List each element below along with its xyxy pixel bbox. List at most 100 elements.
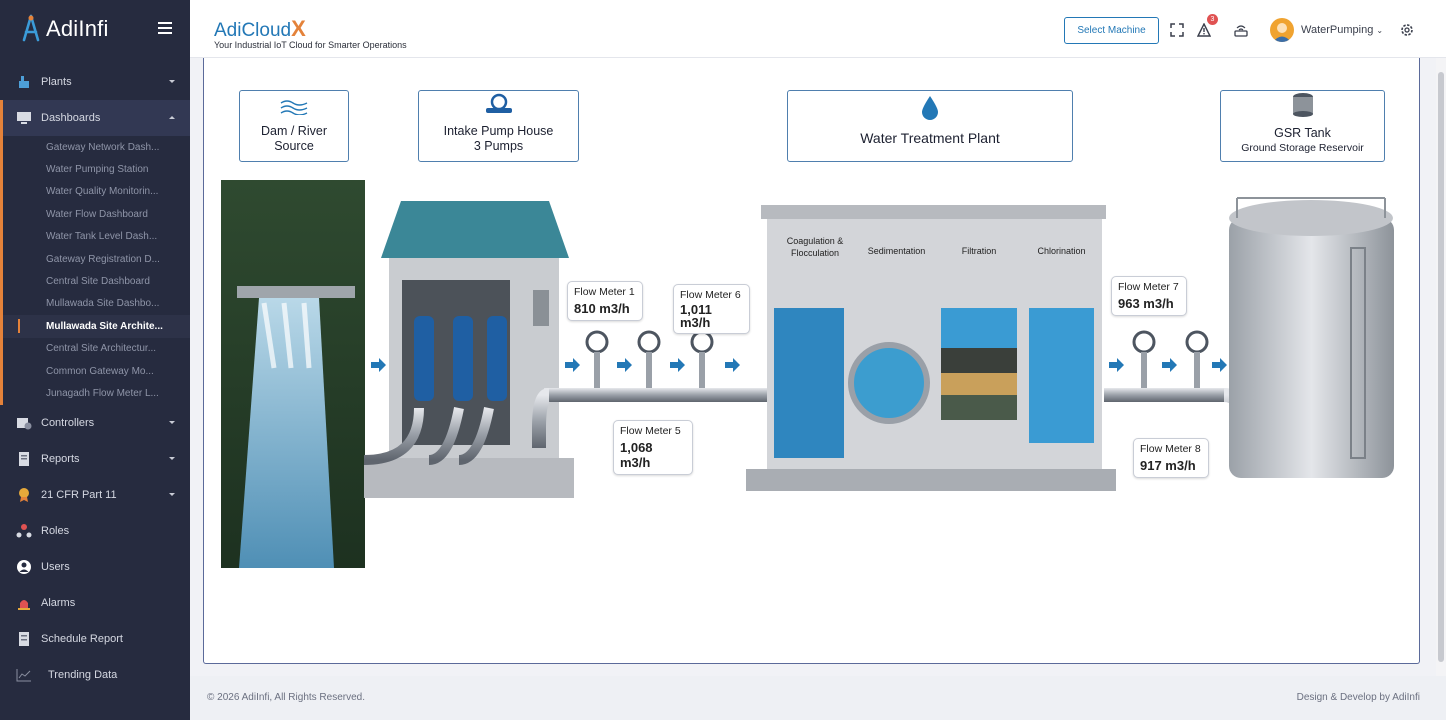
plant-icon <box>16 74 32 90</box>
brand[interactable]: AdiInfi <box>0 0 190 58</box>
intake-subtitle: 3 Pumps <box>473 139 524 154</box>
submenu-item[interactable]: Water Pumping Station <box>3 158 190 180</box>
footer: © 2026 AdiInfi, All Rights Reserved. Des… <box>190 676 1446 720</box>
stage-label: Flocculation <box>790 247 840 258</box>
meter-value: 1,011 m3/h <box>680 302 712 330</box>
meter-name: Flow Meter 1 <box>574 286 635 298</box>
gauge-icon <box>690 330 714 388</box>
controller-icon <box>16 415 32 431</box>
product-logo[interactable]: AdiCloudX Your Industrial IoT Cloud for … <box>214 16 407 50</box>
submenu-item[interactable]: Water Quality Monitorin... <box>3 181 190 203</box>
flow-meter-5[interactable]: Flow Meter 5 1,068 m3/h <box>613 420 693 475</box>
submenu-item[interactable]: Central Site Dashboard <box>3 270 190 292</box>
product-name: AdiCloud <box>214 20 292 41</box>
submenu-item[interactable]: Mullawada Site Dashbo... <box>3 293 190 315</box>
gauge-icon <box>1132 330 1156 388</box>
gauge-icon <box>637 330 661 388</box>
scrollbar[interactable] <box>1436 58 1446 676</box>
submenu-item[interactable]: Common Gateway Mo... <box>3 360 190 382</box>
submenu-item[interactable]: Junagadh Flow Meter L... <box>3 382 190 404</box>
sidebar-item-label: Trending Data <box>48 668 118 681</box>
sidebar-item-trending-data[interactable]: Trending Data <box>0 657 190 693</box>
chlorination-tank <box>1029 308 1094 443</box>
user-icon <box>16 559 32 575</box>
meter-name: Flow Meter 8 <box>1140 443 1201 455</box>
flow-meter-6[interactable]: Flow Meter 6 1,011 m3/h <box>673 284 750 334</box>
chevron-down-icon: ⌄ <box>1376 26 1384 35</box>
sidebar-item-reports[interactable]: Reports <box>0 441 190 477</box>
wtp-label: Water Treatment Plant <box>787 90 1073 162</box>
meter-name: Flow Meter 5 <box>620 425 681 437</box>
top-header: AdiCloudX Your Industrial IoT Cloud for … <box>190 0 1446 58</box>
sidebar-item-21cfr[interactable]: 21 CFR Part 11 <box>0 477 190 513</box>
flow-meter-1[interactable]: Flow Meter 1 810 m3/h <box>567 281 643 321</box>
intake-name: Intake Pump House <box>443 123 554 138</box>
sidebar-item-label: Schedule Report <box>41 632 123 645</box>
wtp-base <box>746 469 1116 491</box>
sidebar-item-label: Reports <box>41 452 80 465</box>
dam-wall <box>237 286 355 298</box>
submenu-item[interactable]: Gateway Network Dash... <box>3 136 190 158</box>
product-mark: X <box>291 16 306 41</box>
submenu-item[interactable]: Gateway Registration D... <box>3 248 190 270</box>
main-pipe <box>544 388 774 402</box>
meter-name: Flow Meter 6 <box>680 289 741 301</box>
roles-icon <box>16 523 32 539</box>
pump-1 <box>414 316 434 401</box>
report-icon <box>16 451 32 467</box>
submenu-item[interactable]: Water Flow Dashboard <box>3 203 190 225</box>
submenu-item-current[interactable]: Mullawada Site Archite... <box>3 315 190 338</box>
storage-tank-icon <box>1290 92 1316 123</box>
menu-toggle-icon[interactable] <box>158 22 172 37</box>
sidebar-item-schedule-report[interactable]: Schedule Report <box>0 621 190 657</box>
sidebar-item-label: Users <box>41 560 70 573</box>
gsr-subtitle: Ground Storage Reservoir <box>1241 141 1364 154</box>
flow-meter-8[interactable]: Flow Meter 8 917 m3/h <box>1133 438 1209 478</box>
user-menu[interactable]: WaterPumping ⌄ <box>1301 24 1383 36</box>
sidebar-item-roles[interactable]: Roles <box>0 513 190 549</box>
meter-value: 1,068 m3/h <box>620 440 653 470</box>
stage-label: Sedimentation <box>867 246 926 256</box>
source-subtitle: Source <box>274 139 314 154</box>
submenu-item[interactable]: Water Tank Level Dash... <box>3 226 190 248</box>
sidebar-item-users[interactable]: Users <box>0 549 190 585</box>
sidebar-item-controllers[interactable]: Controllers <box>0 405 190 441</box>
source-name: Dam / River <box>261 123 327 138</box>
gsr-name: GSR Tank <box>1274 126 1331 141</box>
sidebar-item-dashboards[interactable]: Dashboards <box>0 100 190 136</box>
badge-icon <box>16 487 32 503</box>
sidebar-item-label: Roles <box>41 524 70 537</box>
meter-value: 963 m3/h <box>1118 296 1174 311</box>
gauge-icon <box>585 330 609 388</box>
clarifier <box>848 342 930 424</box>
alarm-icon <box>16 595 32 611</box>
copyright-text: © 2026 AdiInfi, All Rights Reserved. <box>207 692 366 703</box>
user-name: WaterPumping <box>1301 24 1374 36</box>
stage-label: Chlorination <box>1037 246 1086 256</box>
meter-value: 917 m3/h <box>1140 458 1196 473</box>
flow-meter-7[interactable]: Flow Meter 7 963 m3/h <box>1111 276 1187 316</box>
brand-name: AdiInfi <box>46 16 109 41</box>
router-icon[interactable] <box>1233 22 1249 38</box>
pump-2 <box>453 316 473 401</box>
sidebar-item-plants[interactable]: Plants <box>0 64 190 100</box>
filter-sand <box>941 373 1017 395</box>
sidebar-item-label: Alarms <box>41 596 76 609</box>
chevron-down-icon <box>169 492 175 496</box>
fullscreen-icon[interactable] <box>1169 22 1185 38</box>
gsr-tank-top <box>1229 200 1393 236</box>
gear-icon[interactable] <box>1399 22 1415 38</box>
scrollbar-thumb[interactable] <box>1438 72 1444 662</box>
pump-3 <box>487 316 507 401</box>
sidebar-item-alarms[interactable]: Alarms <box>0 585 190 621</box>
avatar[interactable] <box>1270 18 1294 42</box>
sidebar-nav: Plants Dashboards Gateway Network Dash..… <box>0 64 190 693</box>
alert-count-badge: 3 <box>1207 14 1218 25</box>
sidebar: AdiInfi Plants Dashboards Gateway Networ… <box>0 0 190 720</box>
select-machine-button[interactable]: Select Machine <box>1064 17 1159 44</box>
architecture-card: Dam / River Source Intake Pump House 3 P… <box>203 58 1420 664</box>
gauge-icon <box>1185 330 1209 388</box>
sidebar-item-label: 21 CFR Part 11 <box>41 488 117 501</box>
alert-icon[interactable]: 3 <box>1196 14 1218 38</box>
submenu-item[interactable]: Central Site Architectur... <box>3 338 190 360</box>
